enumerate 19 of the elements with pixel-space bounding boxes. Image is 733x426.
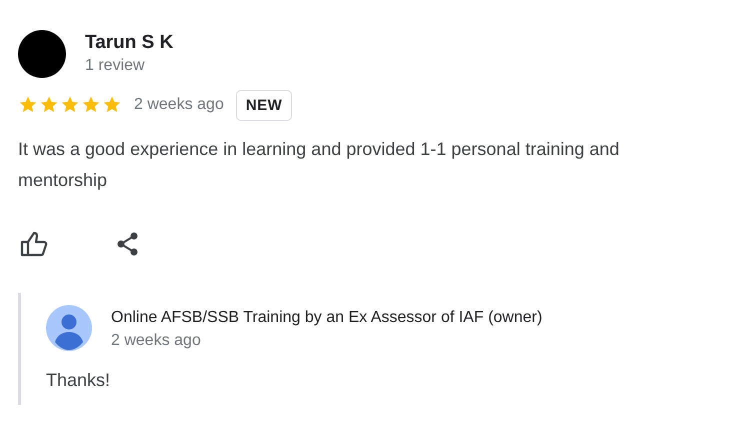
review-count: 1 review: [85, 56, 146, 76]
star-icon: [60, 95, 80, 115]
thumbs-up-icon: [20, 231, 48, 257]
owner-name: Online AFSB/SSB Training by an Ex Assessor of IAF (owner): [111, 308, 542, 328]
author-name[interactable]: Tarun S K: [85, 31, 174, 55]
review-text: It was a good experience in learning and provided 1-1 personal training and mentorship: [18, 138, 620, 192]
star-icon: [39, 95, 59, 115]
share-button[interactable]: [116, 231, 140, 257]
new-badge: NEW: [236, 90, 292, 120]
share-icon: [116, 231, 140, 257]
star-icon: [81, 95, 101, 115]
avatar[interactable]: [18, 30, 66, 78]
star-icon: [102, 95, 122, 115]
reply-time: 2 weeks ago: [111, 331, 202, 351]
star-icon: [18, 95, 38, 115]
owner-avatar-icon: [46, 305, 92, 351]
reply-text: Thanks!: [46, 370, 112, 391]
like-button[interactable]: [20, 231, 48, 257]
review-time: 2 weeks ago: [134, 96, 224, 114]
